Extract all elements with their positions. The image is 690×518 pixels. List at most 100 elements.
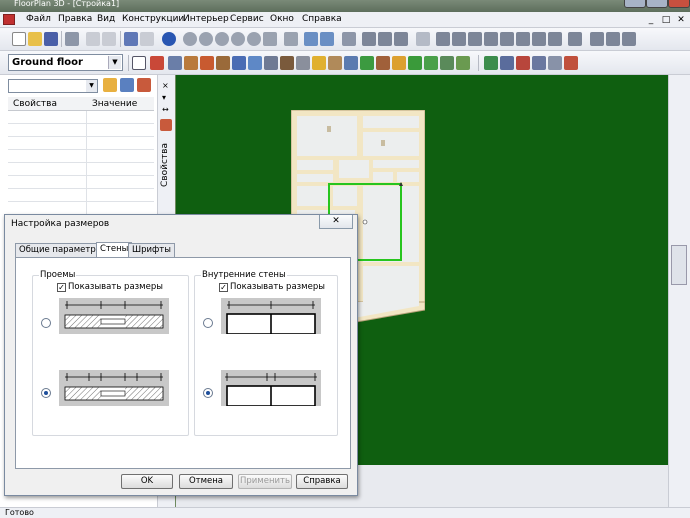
table-row[interactable] — [8, 137, 154, 150]
sofa-icon[interactable] — [328, 56, 342, 70]
pointer-icon[interactable] — [132, 56, 146, 70]
dialog-close-button[interactable]: ✕ — [319, 215, 353, 229]
stairs-icon[interactable] — [216, 56, 230, 70]
label-icon[interactable] — [548, 56, 562, 70]
section-icon[interactable] — [532, 56, 546, 70]
apply-button[interactable]: Применить — [238, 474, 292, 489]
table-row[interactable] — [8, 124, 154, 137]
align-right-icon[interactable] — [468, 32, 482, 46]
roof-icon[interactable] — [200, 56, 214, 70]
properties-tab-icon[interactable] — [160, 119, 172, 131]
beam-icon[interactable] — [248, 56, 262, 70]
tab-general[interactable]: Общие параметры — [15, 243, 107, 257]
menu-edit[interactable]: Правка — [58, 14, 92, 24]
align-top-icon[interactable] — [484, 32, 498, 46]
text-icon[interactable] — [342, 32, 356, 46]
app-icon[interactable] — [3, 14, 15, 25]
undo-icon[interactable] — [124, 32, 138, 46]
column-icon[interactable] — [232, 56, 246, 70]
menu-construction[interactable]: Конструкции — [122, 14, 184, 24]
inner-walls-style-radio-1[interactable] — [203, 318, 213, 328]
table-row[interactable] — [8, 111, 154, 124]
table-row[interactable] — [8, 163, 154, 176]
help-icon[interactable] — [162, 32, 176, 46]
pan-icon[interactable] — [284, 32, 298, 46]
copy-icon[interactable] — [86, 32, 100, 46]
measure-icon[interactable] — [378, 32, 392, 46]
chevron-down-icon[interactable]: ▼ — [108, 56, 121, 69]
door-icon[interactable] — [184, 56, 198, 70]
align-left-icon[interactable] — [436, 32, 450, 46]
maximize-button[interactable] — [646, 0, 668, 8]
menu-file[interactable]: Файл — [26, 14, 51, 24]
openings-style-preview-1[interactable] — [59, 298, 169, 334]
openings-style-preview-2[interactable] — [59, 370, 169, 406]
scrollbar-thumb[interactable] — [671, 245, 687, 285]
zoom-all-icon[interactable] — [231, 32, 245, 46]
group-icon[interactable] — [622, 32, 636, 46]
paint-icon[interactable] — [394, 32, 408, 46]
tab-properties[interactable]: Свойства — [160, 135, 174, 195]
help-button[interactable]: Справка — [296, 474, 348, 489]
window-icon[interactable] — [168, 56, 182, 70]
path-icon[interactable] — [456, 56, 470, 70]
arrows-icon[interactable]: ↔ — [162, 105, 169, 114]
same-height-icon[interactable] — [590, 32, 604, 46]
sort-alpha-icon[interactable] — [120, 78, 134, 92]
mdi-minimize-button[interactable]: _ — [644, 13, 658, 26]
checkmark-icon[interactable]: ✓ — [57, 283, 66, 292]
zoom-extents-icon[interactable] — [263, 32, 277, 46]
print-icon[interactable] — [65, 32, 79, 46]
menu-view[interactable]: Вид — [97, 14, 115, 24]
plan-view-icon[interactable] — [320, 32, 334, 46]
inner-walls-style-preview-2[interactable] — [221, 370, 321, 407]
property-pages-icon[interactable] — [137, 78, 151, 92]
align-bottom-icon[interactable] — [516, 32, 530, 46]
object-select[interactable]: ▼ — [8, 79, 98, 93]
chair-icon[interactable] — [280, 56, 294, 70]
grid-icon[interactable] — [416, 32, 430, 46]
inner-walls-style-preview-1[interactable] — [221, 298, 321, 335]
dimension-icon[interactable] — [516, 56, 530, 70]
inner-walls-show-dimensions-checkbox[interactable]: ✓ Показывать размеры — [219, 282, 325, 292]
fence-icon[interactable] — [424, 56, 438, 70]
cancel-button[interactable]: Отмена — [179, 474, 233, 489]
same-size-icon[interactable] — [606, 32, 620, 46]
menu-window[interactable]: Окно — [270, 14, 294, 24]
house-icon[interactable] — [564, 56, 578, 70]
wall-icon[interactable] — [150, 56, 164, 70]
kitchen-icon[interactable] — [376, 56, 390, 70]
ruler-icon[interactable] — [362, 32, 376, 46]
align-center-icon[interactable] — [452, 32, 466, 46]
paste-icon[interactable] — [102, 32, 116, 46]
zoom-fit-icon[interactable] — [247, 32, 261, 46]
menu-interior[interactable]: Интерьер — [183, 14, 229, 24]
ok-button[interactable]: OK — [121, 474, 173, 489]
close-button[interactable] — [668, 0, 690, 8]
close-icon[interactable]: × — [162, 81, 169, 90]
chevron-down-icon[interactable]: ▼ — [86, 80, 97, 92]
table-icon[interactable] — [296, 56, 310, 70]
floor-select[interactable]: Ground floor ▼ — [8, 54, 123, 71]
openings-style-radio-1[interactable] — [41, 318, 51, 328]
distribute-v-icon[interactable] — [548, 32, 562, 46]
openings-show-dimensions-checkbox[interactable]: ✓ Показывать размеры — [57, 282, 163, 292]
zoom-in-icon[interactable] — [183, 32, 197, 46]
same-width-icon[interactable] — [568, 32, 582, 46]
tab-walls[interactable]: Стены — [96, 242, 133, 257]
menu-help[interactable]: Справка — [302, 14, 342, 24]
checkmark-icon[interactable]: ✓ — [219, 283, 228, 292]
table-row[interactable] — [8, 150, 154, 163]
table-row[interactable] — [8, 189, 154, 202]
sort-category-icon[interactable] — [103, 78, 117, 92]
tree-icon[interactable] — [408, 56, 422, 70]
table-row[interactable] — [8, 176, 154, 189]
vertical-scrollbar[interactable] — [668, 75, 690, 507]
bath-icon[interactable] — [344, 56, 358, 70]
open-folder-icon[interactable] — [28, 32, 42, 46]
pin-icon[interactable]: ▾ — [162, 93, 166, 102]
align-middle-icon[interactable] — [500, 32, 514, 46]
menu-service[interactable]: Сервис — [230, 14, 264, 24]
plant-icon[interactable] — [360, 56, 374, 70]
redo-icon[interactable] — [140, 32, 154, 46]
